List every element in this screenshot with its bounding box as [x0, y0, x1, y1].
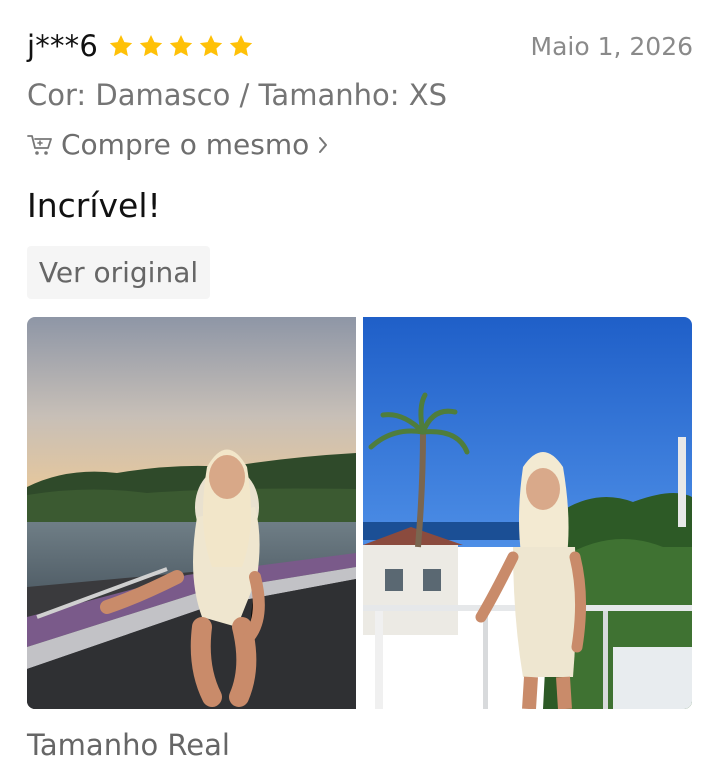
rating-stars: [108, 33, 254, 59]
review-header: j***6 Maio 1, 2026: [27, 26, 693, 66]
chevron-right-icon: [317, 135, 329, 155]
review-photos: [27, 317, 693, 709]
photo-balcony-palm[interactable]: [363, 317, 692, 709]
star-icon: [169, 34, 193, 57]
buy-same-label: Compre o mesmo: [61, 128, 310, 161]
reviewer-name: j***6: [27, 29, 99, 63]
cart-icon: [27, 133, 53, 157]
star-icon: [109, 34, 133, 57]
purchased-variant: Cor: Damasco / Tamanho: XS: [27, 78, 447, 112]
size-note: Tamanho Real: [27, 728, 230, 762]
star-icon: [229, 34, 253, 57]
review-date: Maio 1, 2026: [530, 31, 694, 61]
review-text: Incrível!: [27, 186, 161, 225]
view-original-button[interactable]: Ver original: [27, 246, 210, 299]
buy-same-link[interactable]: Compre o mesmo: [27, 128, 329, 161]
photo-boat-sunset[interactable]: [27, 317, 356, 709]
star-icon: [139, 34, 163, 57]
star-icon: [199, 34, 223, 57]
review-card: j***6 Maio 1, 2026 Cor: Damasco / Tamanh…: [0, 0, 720, 777]
